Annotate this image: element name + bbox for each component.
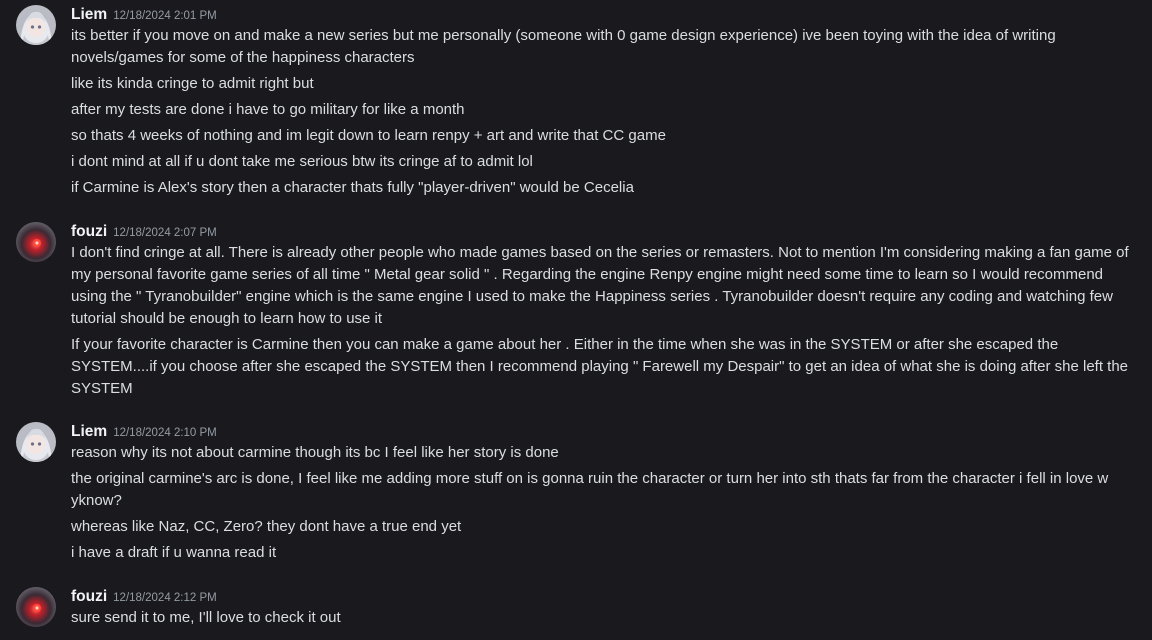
chat-log: Liem 12/18/2024 2:01 PM its better if you… [0,0,1152,640]
message-text: i have a draft if u wanna read it [71,544,277,561]
message-text: like its kinda cringe to admit right but [71,75,314,92]
fouzi-avatar-icon[interactable] [16,587,56,627]
username[interactable]: Liem [71,423,107,440]
message-text: the original carmine's arc is done, I fe… [71,470,1109,509]
message-header: fouzi 12/18/2024 2:12 PM [71,586,217,608]
username[interactable]: Liem [71,6,107,23]
fouzi-avatar-icon[interactable] [16,222,56,262]
message-header: Liem 12/18/2024 2:10 PM [71,421,217,443]
message-text: If your favorite character is Carmine th… [71,336,1129,397]
message-text: if Carmine is Alex's story then a charac… [71,179,634,196]
timestamp: 12/18/2024 2:01 PM [113,10,217,22]
message-header: fouzi 12/18/2024 2:07 PM [71,221,217,243]
message-text: its better if you move on and make a new… [71,27,1056,66]
message-text: reason why its not about carmine though … [71,444,559,461]
message-text: so thats 4 weeks of nothing and im legit… [71,127,666,144]
username[interactable]: fouzi [71,588,107,605]
message-text: sure send it to me, I'll love to check i… [71,609,341,626]
message-text: whereas like Naz, CC, Zero? they dont ha… [71,518,462,535]
liem-avatar-icon[interactable] [16,422,56,462]
message-header: Liem 12/18/2024 2:01 PM [71,4,217,26]
timestamp: 12/18/2024 2:07 PM [113,227,217,239]
timestamp: 12/18/2024 2:12 PM [113,592,217,604]
message-text: i dont mind at all if u dont take me ser… [71,153,533,170]
liem-avatar-icon[interactable] [16,5,56,45]
username[interactable]: fouzi [71,223,107,240]
message-text: after my tests are done i have to go mil… [71,101,465,118]
message-text: I don't find cringe at all. There is alr… [71,244,1129,327]
timestamp: 12/18/2024 2:10 PM [113,427,217,439]
